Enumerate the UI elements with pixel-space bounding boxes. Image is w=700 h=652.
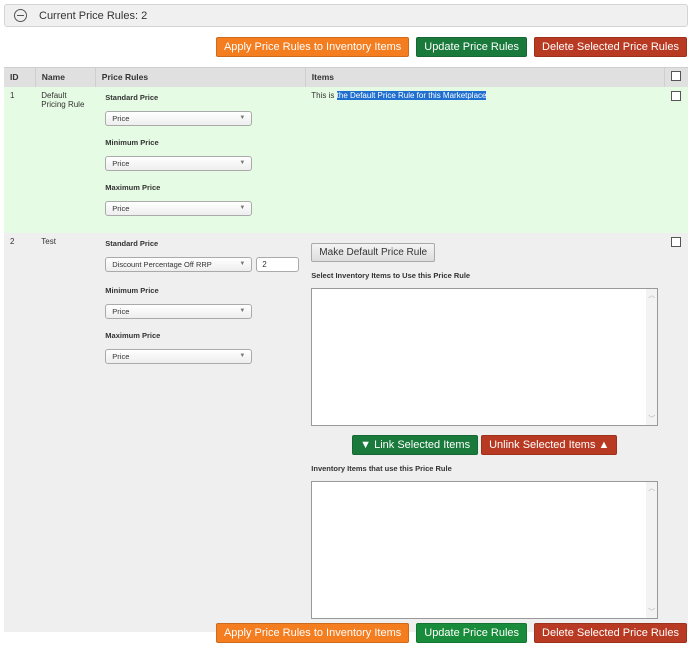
delete-price-rules-button[interactable]: Delete Selected Price Rules	[534, 623, 687, 643]
update-price-rules-button[interactable]: Update Price Rules	[416, 623, 528, 643]
select-value: Price	[112, 351, 130, 361]
scroll-down-icon[interactable]: ﹀	[648, 607, 655, 617]
header-id: ID	[4, 67, 36, 87]
standard-price-select[interactable]: Discount Percentage Off RRP ▼	[105, 256, 253, 272]
chevron-down-icon: ▼	[239, 160, 246, 166]
row-name: Test	[35, 232, 96, 632]
select-value: Price	[112, 158, 130, 168]
standard-price-select[interactable]: Price ▼	[105, 110, 253, 126]
minimum-price-label: Minimum Price	[105, 285, 159, 295]
maximum-price-select[interactable]: Price ▼	[105, 348, 253, 364]
header-name: Name	[34, 67, 96, 87]
standard-price-label: Standard Price	[105, 238, 159, 248]
items-highlight: the Default Price Rule for this Marketpl…	[336, 90, 487, 100]
available-items-listbox[interactable]: ︿ ﹀	[311, 287, 659, 426]
minus-circle-icon[interactable]	[14, 9, 27, 22]
row-checkbox[interactable]	[671, 236, 682, 247]
header-items: Items	[304, 67, 665, 87]
link-items-button[interactable]: ▼ Link Selected Items	[352, 434, 479, 455]
select-value: Price	[112, 203, 130, 213]
maximum-price-label: Maximum Price	[105, 182, 161, 192]
standard-price-amount-input[interactable]: 2	[256, 256, 300, 272]
header-price-rules: Price Rules	[94, 67, 306, 87]
row-checkbox[interactable]	[671, 90, 682, 101]
table-row: 2 Test Standard Price Discount Percentag…	[4, 232, 688, 632]
apply-price-rules-button[interactable]: Apply Price Rules to Inventory Items	[215, 37, 410, 57]
select-value: Price	[112, 113, 130, 123]
row-price-rules: Standard Price Price ▼ Minimum Price Pric…	[95, 86, 306, 233]
select-value: Discount Percentage Off RRP	[112, 259, 212, 269]
unlink-items-button[interactable]: Unlink Selected Items ▲	[481, 434, 618, 455]
items-prefix: This is	[311, 90, 337, 100]
standard-price-label: Standard Price	[105, 92, 159, 102]
chevron-down-icon: ▼	[239, 353, 246, 359]
row-id: 2	[4, 232, 36, 632]
chevron-down-icon: ▼	[239, 308, 246, 314]
update-price-rules-button[interactable]: Update Price Rules	[416, 37, 528, 57]
scrollbar[interactable]	[646, 481, 658, 618]
chevron-down-icon: ▼	[239, 115, 246, 121]
minimum-price-select[interactable]: Price ▼	[105, 155, 253, 171]
row-items: This is the Default Price Rule for this …	[305, 86, 665, 233]
row-items: Make Default Price Rule Select Inventory…	[305, 232, 665, 632]
apply-price-rules-button[interactable]: Apply Price Rules to Inventory Items	[215, 623, 410, 643]
price-rules-panel-header[interactable]: Current Price Rules: 2	[4, 4, 688, 27]
row-select[interactable]	[664, 86, 688, 233]
select-all-checkbox[interactable]	[671, 71, 682, 82]
maximum-price-select[interactable]: Price ▼	[105, 200, 253, 216]
chevron-down-icon: ▼	[239, 261, 246, 267]
row-price-rules: Standard Price Discount Percentage Off R…	[95, 232, 306, 632]
select-value: Price	[112, 306, 130, 316]
header-select-all[interactable]	[663, 67, 688, 87]
minimum-price-select[interactable]: Price ▼	[105, 303, 253, 319]
linked-items-label: Inventory Items that use this Price Rule	[311, 463, 452, 473]
maximum-price-label: Maximum Price	[105, 330, 161, 340]
row-select[interactable]	[664, 232, 688, 632]
table-row: 1 Default Pricing Rule Standard Price Pr…	[4, 86, 688, 233]
scroll-up-icon[interactable]: ︿	[648, 483, 655, 493]
linked-items-listbox[interactable]: ︿ ﹀	[311, 480, 659, 619]
price-rules-table: ID Name Price Rules Items 1 Default Pric…	[4, 67, 688, 632]
panel-title: Current Price Rules: 2	[39, 9, 148, 22]
minimum-price-label: Minimum Price	[105, 137, 159, 147]
scroll-up-icon[interactable]: ︿	[648, 290, 655, 300]
delete-price-rules-button[interactable]: Delete Selected Price Rules	[534, 37, 687, 57]
make-default-button[interactable]: Make Default Price Rule	[311, 242, 436, 262]
chevron-down-icon: ▼	[239, 205, 246, 211]
top-action-bar: Apply Price Rules to Inventory Items Upd…	[215, 37, 687, 57]
select-items-label: Select Inventory Items to Use this Price…	[311, 270, 471, 280]
row-id: 1	[4, 86, 36, 233]
scroll-down-icon[interactable]: ﹀	[648, 414, 655, 424]
bottom-action-bar: Apply Price Rules to Inventory Items Upd…	[215, 623, 687, 643]
row-name: Default Pricing Rule	[35, 86, 96, 233]
scrollbar[interactable]	[646, 288, 658, 425]
